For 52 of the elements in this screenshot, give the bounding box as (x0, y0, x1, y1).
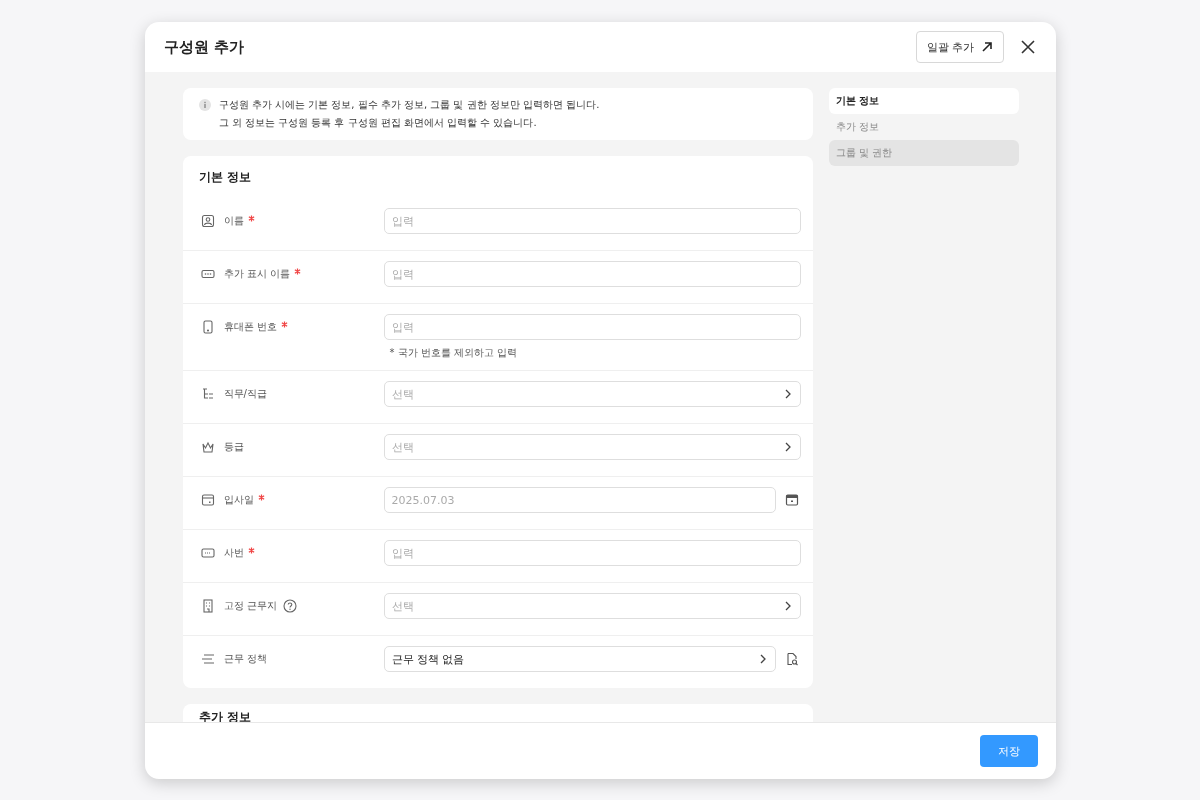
input-field[interactable]: 입력 (383, 261, 801, 287)
phone-icon (200, 320, 215, 334)
dialog-title: 구성원 추가 (163, 37, 244, 57)
chevron-icon (783, 389, 792, 399)
dots-icon (200, 267, 215, 281)
info-icon (198, 99, 211, 111)
notice-text: 구성원 추가 시에는 기본 정보, 필수 추가 정보, 그룹 및 권한 정보만 입력하면 됩니다. (218, 98, 600, 112)
chevron-icon (783, 601, 792, 611)
badge-icon (200, 546, 215, 560)
required-icon (280, 321, 288, 328)
crown-icon (200, 440, 215, 454)
field-label: 고정 근무지 (223, 599, 277, 613)
close-icon[interactable] (1019, 39, 1036, 55)
nav-item[interactable]: 기본 정보 (828, 88, 1019, 114)
nav-item[interactable]: 그룹 및 권한 (828, 140, 1019, 166)
input-field[interactable]: 입력 (383, 208, 801, 234)
required-icon (257, 494, 265, 501)
field-label: 휴대폰 번호 (223, 320, 277, 334)
chevron-icon (758, 654, 767, 664)
field-label: 근무 정책 (223, 652, 267, 666)
notice-text: 그 외 정보는 구성원 등록 후 구성원 편집 화면에서 입력할 수 있습니다. (218, 116, 538, 130)
section-title: 기본 정보 (197, 169, 252, 186)
required-icon (247, 547, 255, 554)
tree-icon (200, 387, 215, 401)
select-field[interactable]: 선택 (383, 434, 801, 460)
person-icon (200, 214, 215, 228)
bulk-add-button[interactable]: 일괄 추가 (916, 31, 1004, 63)
field-label: 입사일 (223, 493, 254, 507)
required-icon (293, 268, 301, 275)
input-field[interactable]: 입력 (383, 314, 801, 340)
field-label: 사번 (223, 546, 244, 560)
help-icon[interactable] (282, 599, 297, 613)
calendar-icon (200, 493, 215, 507)
building-icon (200, 599, 215, 613)
calendar-icon[interactable] (784, 493, 799, 507)
arrow-icon (980, 41, 993, 53)
select-field[interactable]: 선택 (383, 593, 801, 619)
date-field[interactable]: 2025.07.03 (383, 487, 776, 513)
field-label: 등급 (223, 440, 244, 454)
field-label: 직무/직급 (223, 387, 267, 401)
select-field[interactable]: 선택 (383, 381, 801, 407)
chevron-icon (783, 442, 792, 452)
lines-icon (200, 652, 215, 666)
save-button[interactable]: 저장 (979, 735, 1038, 767)
select-field[interactable]: 근무 정책 없음 (383, 646, 776, 672)
required-icon (247, 215, 255, 222)
nav-item[interactable]: 추가 정보 (828, 114, 1019, 140)
hint-text: * 국가 번호를 제외하고 입력 (388, 346, 519, 360)
document-search-icon[interactable] (784, 652, 799, 666)
field-label: 이름 (223, 214, 244, 228)
field-label: 추가 표시 이름 (223, 267, 290, 281)
input-field[interactable]: 입력 (383, 540, 801, 566)
